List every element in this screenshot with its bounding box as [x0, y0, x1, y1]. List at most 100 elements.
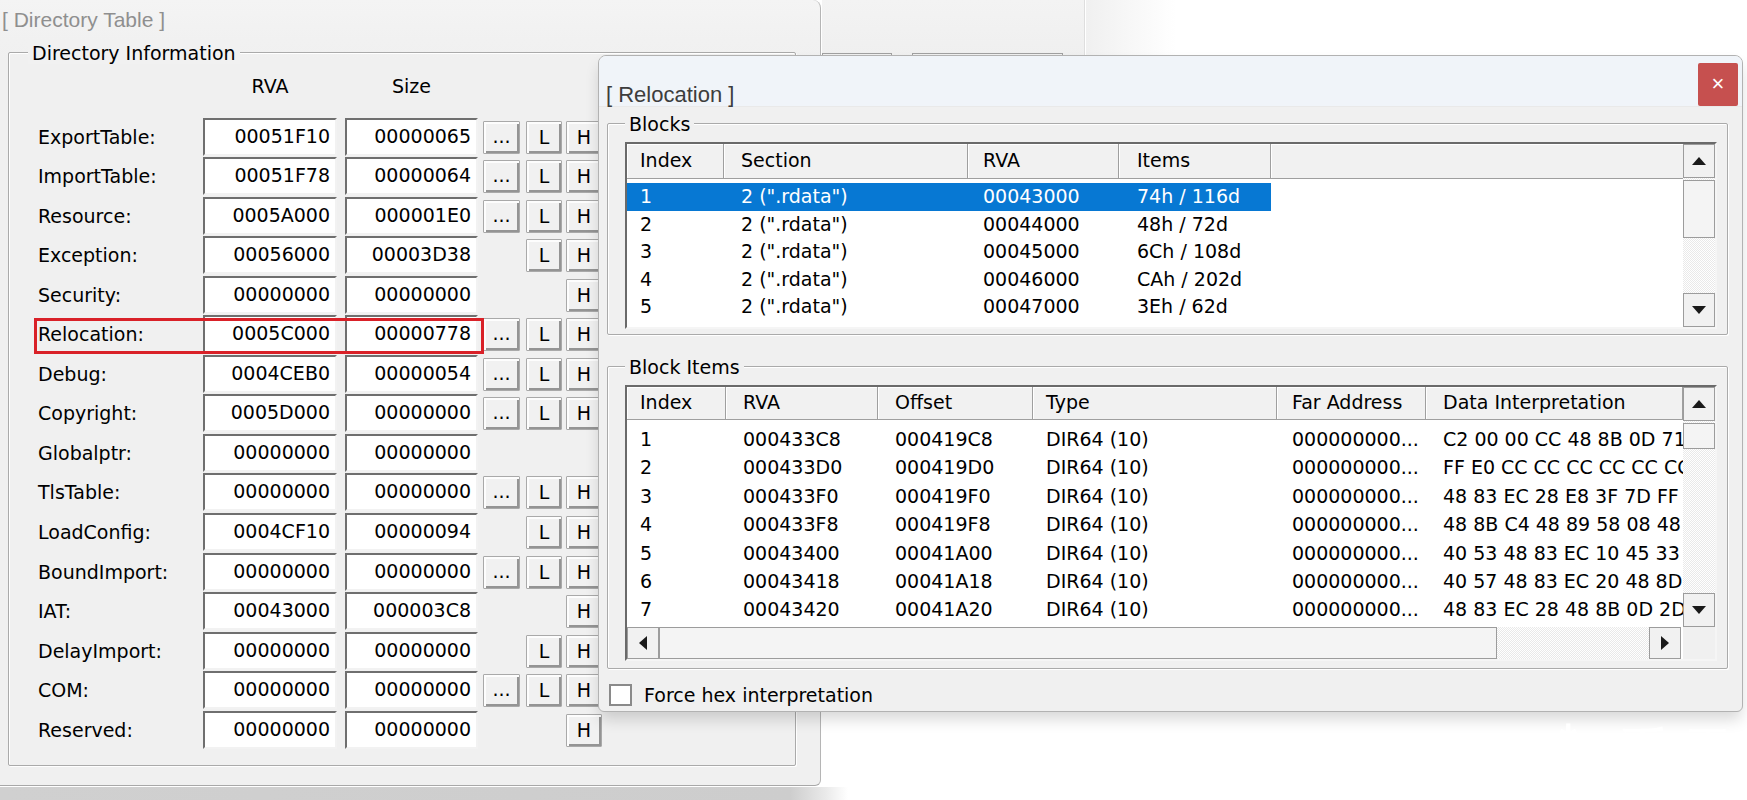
h-button[interactable]: H [566, 714, 602, 747]
more-button[interactable]: ... [483, 476, 520, 509]
table-row[interactable]: 32 (".rdata")000450006Ch / 108d [627, 238, 1715, 266]
rva-field[interactable]: 00000000 [203, 671, 337, 709]
blocks-vscrollbar[interactable] [1683, 144, 1715, 327]
h-button[interactable]: H [566, 556, 602, 589]
column-header-index[interactable]: Index [627, 387, 726, 420]
table-row[interactable]: 3000433F0000419F0DIR64 (10)000000000...4… [627, 482, 1715, 510]
size-field[interactable]: 00000000 [345, 473, 478, 511]
column-header-section[interactable]: Section [724, 144, 968, 179]
block-items-table[interactable]: IndexRVAOffsetTypeFar AddressData Interp… [625, 385, 1717, 661]
l-button[interactable]: L [526, 556, 562, 589]
items-scroll-up-icon[interactable] [1683, 387, 1715, 421]
blocks-scroll-up-icon[interactable] [1683, 144, 1715, 178]
column-header-rva[interactable]: RVA [968, 144, 1119, 179]
size-field[interactable]: 000003C8 [345, 592, 478, 630]
l-button[interactable]: L [526, 358, 562, 391]
more-button[interactable]: ... [483, 674, 520, 707]
rva-field[interactable]: 00051F10 [203, 118, 337, 156]
l-button[interactable]: L [526, 635, 562, 668]
column-header-far-address[interactable]: Far Address [1277, 387, 1426, 420]
h-button[interactable]: H [566, 476, 602, 509]
column-header-offset[interactable]: Offset [878, 387, 1033, 420]
table-row[interactable]: 1000433C8000419C8DIR64 (10)000000000...C… [627, 425, 1715, 453]
table-row[interactable]: 52 (".rdata")000470003Eh / 62d [627, 293, 1715, 321]
rva-field[interactable]: 00000000 [203, 553, 337, 591]
rva-field[interactable]: 0004CEB0 [203, 355, 337, 393]
table-row[interactable]: 4000433F8000419F8DIR64 (10)000000000...4… [627, 510, 1715, 538]
table-row[interactable]: 12 (".rdata")0004300074h / 116d [627, 183, 1715, 211]
items-hscroll-thumb[interactable] [659, 627, 1497, 659]
size-field[interactable]: 00000000 [345, 671, 478, 709]
h-button[interactable]: H [566, 239, 602, 272]
blocks-table[interactable]: IndexSectionRVAItems 12 (".rdata")000430… [625, 142, 1717, 329]
size-field[interactable]: 00000000 [345, 276, 478, 314]
size-field[interactable]: 00000000 [345, 711, 478, 749]
rva-field[interactable]: 00056000 [203, 236, 337, 274]
size-field[interactable]: 00000054 [345, 355, 478, 393]
h-button[interactable]: H [566, 160, 602, 193]
l-button[interactable]: L [526, 200, 562, 233]
more-button[interactable]: ... [483, 556, 520, 589]
table-row[interactable]: 2000433D0000419D0DIR64 (10)000000000...F… [627, 453, 1715, 481]
h-button[interactable]: H [566, 318, 602, 351]
size-field[interactable]: 00000000 [345, 434, 478, 472]
h-button[interactable]: H [566, 358, 602, 391]
size-field[interactable]: 00000065 [345, 118, 478, 156]
l-button[interactable]: L [526, 397, 562, 430]
column-header-items[interactable]: Items [1119, 144, 1271, 179]
h-button[interactable]: H [566, 674, 602, 707]
rva-field[interactable]: 0004CF10 [203, 513, 337, 551]
h-button[interactable]: H [566, 397, 602, 430]
more-button[interactable]: ... [483, 397, 520, 430]
size-field[interactable]: 00000000 [345, 394, 478, 432]
l-button[interactable]: L [526, 239, 562, 272]
size-field[interactable]: 00000064 [345, 157, 478, 195]
more-button[interactable]: ... [483, 200, 520, 233]
size-field[interactable]: 00000094 [345, 513, 478, 551]
table-row[interactable]: 22 (".rdata")0004400048h / 72d [627, 211, 1715, 239]
rva-field[interactable]: 00000000 [203, 632, 337, 670]
l-button[interactable]: L [526, 674, 562, 707]
l-button[interactable]: L [526, 476, 562, 509]
h-button[interactable]: H [566, 121, 602, 154]
rva-field[interactable]: 0005D000 [203, 394, 337, 432]
table-row[interactable]: 42 (".rdata")00046000CAh / 202d [627, 266, 1715, 294]
rva-field[interactable]: 00000000 [203, 711, 337, 749]
rva-field[interactable]: 00000000 [203, 276, 337, 314]
rva-field[interactable]: 00000000 [203, 473, 337, 511]
h-button[interactable]: H [566, 200, 602, 233]
rva-field[interactable]: 00051F78 [203, 157, 337, 195]
table-row[interactable]: 70004342000041A20DIR64 (10)000000000...4… [627, 595, 1715, 623]
more-button[interactable]: ... [483, 358, 520, 391]
blocks-scroll-thumb[interactable] [1683, 180, 1715, 238]
items-hscrollbar[interactable] [627, 627, 1681, 659]
l-button[interactable]: L [526, 516, 562, 549]
column-header-data-interpretation[interactable]: Data Interpretation [1426, 387, 1683, 420]
h-button[interactable]: H [566, 516, 602, 549]
column-header-index[interactable]: Index [627, 144, 724, 179]
more-button[interactable]: ... [483, 121, 520, 154]
column-header-type[interactable]: Type [1033, 387, 1277, 420]
items-scroll-right-icon[interactable] [1649, 627, 1681, 659]
rva-field[interactable]: 00043000 [203, 592, 337, 630]
column-header-rva[interactable]: RVA [726, 387, 878, 420]
blocks-scroll-down-icon[interactable] [1683, 293, 1715, 327]
close-button[interactable]: × [1698, 63, 1738, 106]
rva-field[interactable]: 00000000 [203, 434, 337, 472]
table-row[interactable]: 50004340000041A00DIR64 (10)000000000...4… [627, 539, 1715, 567]
items-scroll-left-icon[interactable] [627, 627, 659, 659]
items-vscrollbar[interactable] [1683, 387, 1715, 627]
rva-field[interactable]: 0005A000 [203, 197, 337, 235]
items-scroll-thumb[interactable] [1683, 423, 1715, 449]
h-button[interactable]: H [566, 595, 602, 628]
items-scroll-down-icon[interactable] [1683, 593, 1715, 627]
h-button[interactable]: H [566, 635, 602, 668]
size-field[interactable]: 00000000 [345, 553, 478, 591]
l-button[interactable]: L [526, 121, 562, 154]
h-button[interactable]: H [566, 279, 602, 312]
table-row[interactable]: 60004341800041A18DIR64 (10)000000000...4… [627, 567, 1715, 595]
l-button[interactable]: L [526, 160, 562, 193]
more-button[interactable]: ... [483, 160, 520, 193]
force-hex-checkbox[interactable] [609, 684, 632, 706]
size-field[interactable]: 00000000 [345, 632, 478, 670]
